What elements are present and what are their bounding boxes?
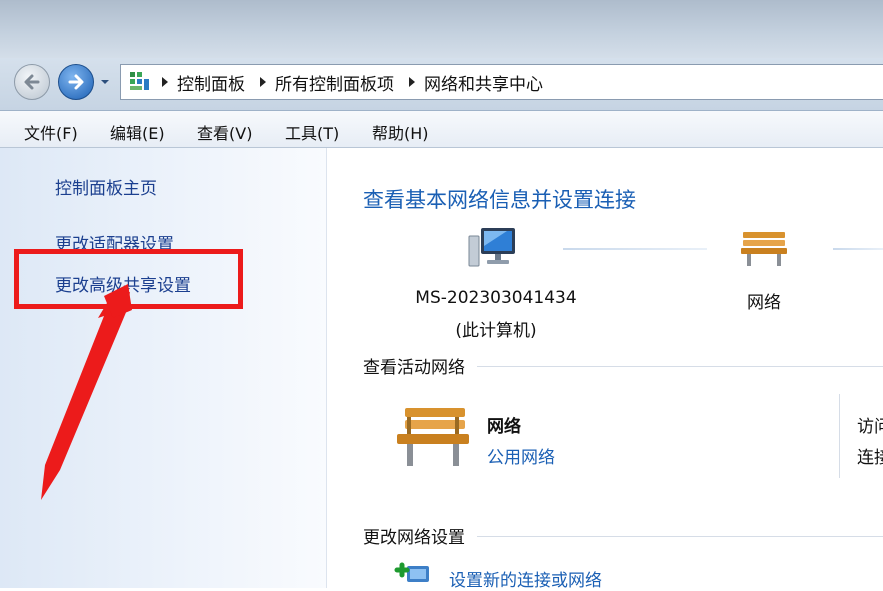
section-divider [477, 536, 883, 537]
connection-line-internet [833, 248, 883, 250]
computer-subtitle: (此计算机) [455, 321, 537, 341]
connections-label: 连接 [857, 448, 883, 468]
connection-line [563, 248, 707, 250]
vertical-divider [839, 394, 840, 478]
access-type-label: 访问 [857, 417, 883, 437]
network-type-link[interactable]: 公用网络 [487, 443, 555, 468]
computer-icon [468, 228, 515, 267]
setup-new-connection-link[interactable]: 设置新的连接或网络 [449, 566, 602, 591]
section-divider [477, 366, 883, 367]
network-map-label: 网络 [747, 293, 781, 313]
network-bench-icon [397, 408, 469, 466]
computer-name: MS-202303041434 [415, 288, 577, 308]
active-network-name: 网络 [487, 417, 521, 437]
active-networks-heading: 查看活动网络 [363, 358, 465, 378]
new-connection-icon [394, 562, 429, 582]
page-title: 查看基本网络信息并设置连接 [363, 188, 636, 212]
network-bench-icon[interactable] [737, 228, 791, 268]
change-settings-heading: 更改网络设置 [363, 528, 465, 548]
main-content: 查看基本网络信息并设置连接 MS-202303041434 (此计算机) 网络 … [327, 148, 883, 591]
